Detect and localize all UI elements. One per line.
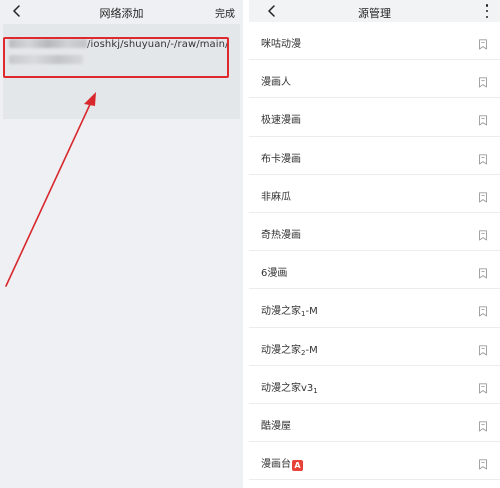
source-management-header: 源管理	[249, 0, 500, 22]
source-name: 极速漫画	[261, 115, 301, 127]
source-list-item[interactable]: 咪咕动漫	[249, 22, 500, 61]
source-list-item[interactable]: 漫画台 A	[249, 442, 500, 481]
bookmark-icon[interactable]	[478, 455, 488, 470]
source-label: 漫画人	[261, 73, 291, 88]
source-label: 非麻瓜	[261, 188, 291, 203]
bookmark-icon[interactable]	[478, 264, 488, 279]
source-list-item[interactable]: 动漫之家2-M	[249, 328, 500, 366]
source-label: 咪咕动漫	[261, 35, 301, 50]
bookmark-icon[interactable]	[478, 379, 488, 394]
source-name: 布卡漫画	[261, 153, 301, 165]
source-suffix: -M	[305, 306, 318, 318]
source-label: 动漫之家2-M	[261, 341, 318, 357]
source-label: 动漫之家1-M	[261, 302, 318, 318]
bookmark-icon[interactable]	[478, 35, 488, 50]
source-list-item[interactable]: 极速漫画	[249, 98, 500, 137]
source-list-item[interactable]: 非麻瓜	[249, 175, 500, 213]
bookmark-icon[interactable]	[478, 188, 488, 203]
source-name: 非麻瓜	[261, 191, 291, 203]
source-label: 奇热漫画	[261, 226, 301, 241]
source-label: 极速漫画	[261, 111, 301, 126]
bookmark-icon[interactable]	[478, 417, 488, 432]
source-name: 酷漫屋	[261, 420, 291, 432]
more-vertical-icon[interactable]	[484, 4, 490, 18]
source-name: 动漫之家	[261, 344, 301, 356]
source-management-panel: 源管理 咪咕动漫 漫画人 极速漫画 布卡漫画 非麻瓜 奇热漫画 6漫画 动漫之家1-M 动漫之家…	[249, 0, 500, 488]
source-list-item[interactable]: 动漫之家1-M	[249, 289, 500, 328]
network-add-panel: 网络添加 完成 /ioshkj/shuyuan/-/raw/main/	[0, 0, 243, 488]
source-list-item[interactable]: 酷漫屋	[249, 404, 500, 443]
source-list-item[interactable]: 漫画人	[249, 60, 500, 99]
source-label: 动漫之家v31	[261, 379, 318, 395]
page-title: 源管理	[358, 7, 391, 20]
source-label: 酷漫屋	[261, 417, 291, 432]
source-label: 漫画台 A	[261, 455, 303, 472]
source-name: 6漫画	[261, 268, 288, 280]
source-name: 漫画台	[261, 459, 291, 471]
source-list-item[interactable]: 6漫画	[249, 251, 500, 290]
source-list-item[interactable]: 动漫之家v31	[249, 366, 500, 404]
source-list-item[interactable]: 布卡漫画	[249, 137, 500, 175]
badge-icon: A	[292, 460, 303, 472]
bookmark-icon[interactable]	[478, 226, 488, 241]
source-label: 布卡漫画	[261, 150, 301, 165]
source-list: 咪咕动漫 漫画人 极速漫画 布卡漫画 非麻瓜 奇热漫画 6漫画 动漫之家1-M 动漫之家2-M 动…	[249, 22, 500, 481]
source-name: 奇热漫画	[261, 229, 301, 241]
bookmark-icon[interactable]	[478, 302, 488, 317]
source-name: 动漫之家v3	[261, 382, 314, 394]
bookmark-icon[interactable]	[478, 150, 488, 165]
bookmark-icon[interactable]	[478, 341, 488, 355]
bookmark-icon[interactable]	[478, 111, 488, 126]
source-label: 6漫画	[261, 264, 287, 279]
source-list-item[interactable]: 奇热漫画	[249, 213, 500, 252]
source-name: 漫画人	[261, 77, 291, 89]
bookmark-icon[interactable]	[478, 73, 488, 88]
annotation-arrow	[5, 92, 96, 287]
source-name: 咪咕动漫	[261, 39, 301, 50]
source-suffix: -M	[305, 344, 318, 356]
source-subscript: 1	[313, 386, 318, 395]
source-name: 动漫之家	[261, 306, 301, 318]
